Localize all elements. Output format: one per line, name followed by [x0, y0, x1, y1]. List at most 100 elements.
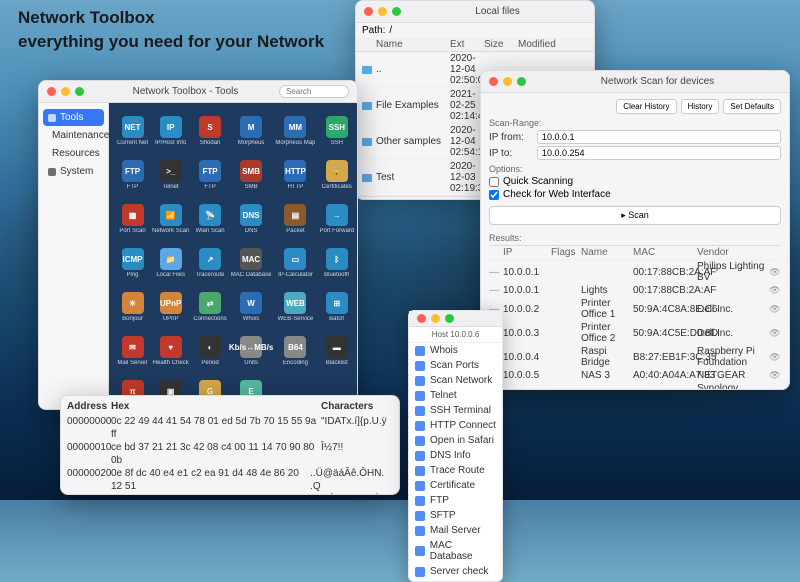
tool-icon: ▤ [284, 204, 306, 226]
tool-ftp[interactable]: FTPFTP [193, 155, 226, 195]
close-icon[interactable] [489, 77, 498, 86]
scan-result-row[interactable]: —10.0.0.6HSWNAS 100:11:32EA:81:09Synolog… [489, 382, 781, 389]
tool-ip-host-info[interactable]: IPIP/Host Info [152, 111, 189, 151]
quick-scan-label: Quick Scanning [503, 176, 573, 187]
eye-icon[interactable]: 👁 [769, 304, 781, 315]
tool-port-forward[interactable]: →Port Forward [319, 199, 354, 239]
menu-item-http-connect[interactable]: HTTP Connect [409, 418, 502, 433]
scan-result-row[interactable]: —10.0.0.100:17:88CB:2A:AFPhilips Lightin… [489, 260, 781, 284]
web-check-checkbox[interactable] [489, 190, 499, 200]
eye-icon[interactable]: 👁 [769, 285, 781, 296]
zoom-icon[interactable] [445, 314, 454, 323]
tool-ssh[interactable]: SSHSSH [319, 111, 354, 151]
tool-period[interactable]: ◐Period [193, 331, 226, 371]
tool-wlan-scan[interactable]: 📡Wlan Scan [193, 199, 226, 239]
tool-mail-server[interactable]: ✉Mail Server [117, 331, 148, 371]
tool-web-service[interactable]: WEBWEB-Service [275, 287, 315, 327]
scan-result-row[interactable]: —10.0.0.1Lights00:17:88CB:2A:AF👁 [489, 284, 781, 297]
tool-certificates[interactable]: 🔒Certificates [319, 155, 354, 195]
scan-result-row[interactable]: —10.0.0.3Printer Office 250:9A:4C5E:D0:8… [489, 321, 781, 345]
row-toggle[interactable]: — [489, 285, 503, 296]
menu-item-scan-ports[interactable]: Scan Ports [409, 358, 502, 373]
ip-from-input[interactable] [537, 130, 781, 144]
scan-button[interactable]: ▸ Scan [489, 206, 781, 225]
sidebar-item-maintenance[interactable]: Maintenance [43, 127, 104, 144]
zoom-icon[interactable] [392, 7, 401, 16]
tool-connections[interactable]: ⇄Connections [193, 287, 226, 327]
tool-encoding[interactable]: B64Encoding [275, 331, 315, 371]
menu-icon [415, 567, 425, 577]
tool-http[interactable]: HTTPHTTP [275, 155, 315, 195]
tool-bonjour[interactable]: ☀Bonjour [117, 287, 148, 327]
menu-item-telnet[interactable]: Telnet [409, 388, 502, 403]
menu-item-mac-database[interactable]: MAC Database [409, 538, 502, 564]
menu-item-ssh-terminal[interactable]: SSH Terminal [409, 403, 502, 418]
minimize-icon[interactable] [431, 314, 440, 323]
close-icon[interactable] [364, 7, 373, 16]
tool-local-files[interactable]: 📁Local Files [152, 243, 189, 283]
tool-port-scan[interactable]: ▦Port Scan [117, 199, 148, 239]
minimize-icon[interactable] [61, 87, 70, 96]
tool-shodan[interactable]: SShodan [193, 111, 226, 151]
ip-to-input[interactable] [537, 146, 781, 160]
tool-packet[interactable]: ▤Packet [275, 199, 315, 239]
search-input[interactable] [279, 85, 349, 98]
minimize-icon[interactable] [503, 77, 512, 86]
close-icon[interactable] [417, 314, 426, 323]
scan-result-row[interactable]: —10.0.0.4Raspi BridgeB8:27:EB1F:3C:35Ras… [489, 345, 781, 369]
hex-ascii: .*Óâ.:T))c.°.È*. [321, 493, 387, 495]
sidebar-item-system[interactable]: System [43, 163, 104, 180]
set-defaults-button[interactable]: Set Defaults [723, 99, 781, 114]
tool-network-scan[interactable]: 📶Network Scan [152, 199, 189, 239]
menu-item-ftp[interactable]: FTP [409, 493, 502, 508]
menu-item-scan-network[interactable]: Scan Network [409, 373, 502, 388]
window-title: Local files [409, 6, 586, 17]
menu-item-whois[interactable]: Whois [409, 343, 502, 358]
tool-mac-database[interactable]: MACMAC Database [231, 243, 272, 283]
tool-label: Connections [193, 316, 226, 322]
tool-upnp[interactable]: UPnPUPnP [152, 287, 189, 327]
menu-item-dns-info[interactable]: DNS Info [409, 448, 502, 463]
eye-icon[interactable]: 👁 [769, 352, 781, 363]
tool-ftp[interactable]: FTPFTP [117, 155, 148, 195]
sidebar-label: Tools [60, 112, 83, 123]
menu-item-open-in-safari[interactable]: Open in Safari [409, 433, 502, 448]
tool-dns[interactable]: DNSDNS [231, 199, 272, 239]
zoom-icon[interactable] [75, 87, 84, 96]
tool-health-check[interactable]: ♥Health Check [152, 331, 189, 371]
tool-ip-calculator[interactable]: ▭IP-Calculator [275, 243, 315, 283]
close-icon[interactable] [47, 87, 56, 96]
minimize-icon[interactable] [378, 7, 387, 16]
menu-item-trace-route[interactable]: Trace Route [409, 463, 502, 478]
history-button[interactable]: History [681, 99, 720, 114]
row-toggle[interactable]: — [489, 267, 503, 278]
tool-blacklist[interactable]: ▬Blacklist [319, 331, 354, 371]
eye-icon[interactable]: 👁 [769, 267, 781, 278]
quick-scan-checkbox[interactable] [489, 177, 499, 187]
sidebar-item-resources[interactable]: Resources [43, 145, 104, 162]
tool-current-net[interactable]: NETCurrent Net [117, 111, 148, 151]
menu-item-sftp[interactable]: SFTP [409, 508, 502, 523]
tool-batch[interactable]: ⊞Batch [319, 287, 354, 327]
menu-item-server-check[interactable]: Server check [409, 564, 502, 579]
tool-morpheus[interactable]: MMorpheus [231, 111, 272, 151]
tool-smb[interactable]: SMBSMB [231, 155, 272, 195]
menu-item-certificate[interactable]: Certificate [409, 478, 502, 493]
menu-label: Whois [430, 345, 458, 356]
tool-traceroute[interactable]: ↗Traceroute [193, 243, 226, 283]
tool-bluetooth[interactable]: ᛒBluetooth [319, 243, 354, 283]
scan-result-row[interactable]: —10.0.0.2Printer Office 150:9A:4C8A:8E:C… [489, 297, 781, 321]
eye-icon[interactable]: 👁 [769, 370, 781, 381]
tool-ping[interactable]: ICMPPing [117, 243, 148, 283]
zoom-icon[interactable] [517, 77, 526, 86]
scan-result-row[interactable]: —10.0.0.5NAS 3A0:40:A04A:A7:83NETGEAR👁 [489, 369, 781, 382]
sidebar-item-tools[interactable]: Tools [43, 109, 104, 126]
tool-morpheus-map[interactable]: MMMorpheus Map [275, 111, 315, 151]
clear-history-button[interactable]: Clear History [616, 99, 676, 114]
eye-icon[interactable]: 👁 [769, 389, 781, 390]
tool-whois[interactable]: WWhois [231, 287, 272, 327]
menu-item-mail-server[interactable]: Mail Server [409, 523, 502, 538]
tool-telnet[interactable]: >_Telnet [152, 155, 189, 195]
tool-units[interactable]: Kb/s↔MB/sUnits [231, 331, 272, 371]
eye-icon[interactable]: 👁 [769, 328, 781, 339]
